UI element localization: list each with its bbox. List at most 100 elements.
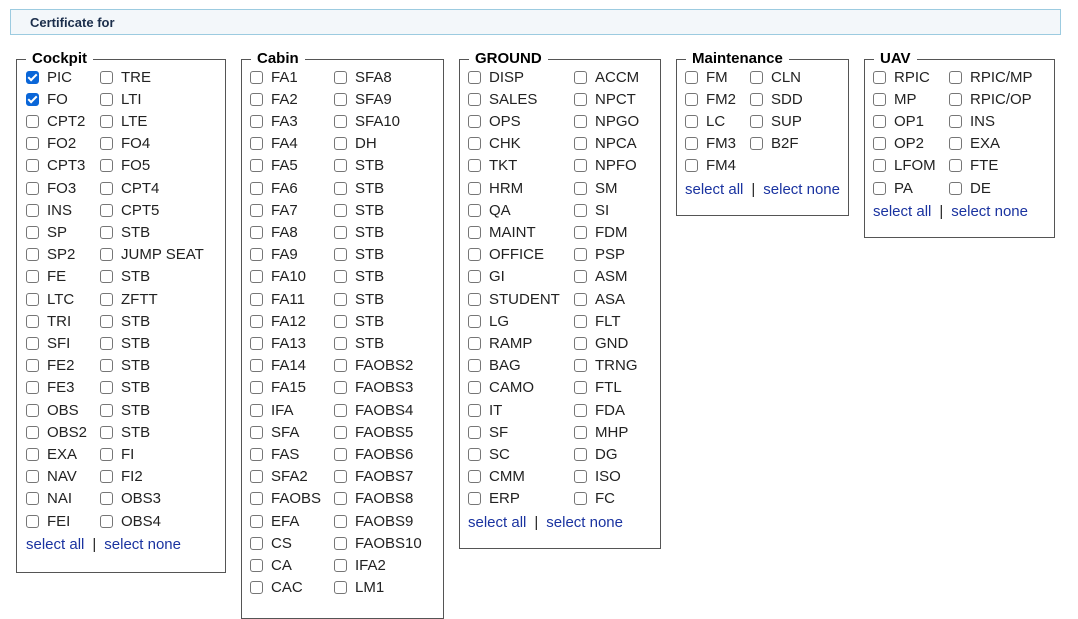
checkbox-icon[interactable] — [468, 181, 481, 195]
checkbox-icon[interactable] — [685, 137, 698, 151]
checkbox-icon[interactable] — [574, 292, 587, 306]
checkbox-option-cabin[interactable]: STB — [334, 245, 384, 265]
checkbox-option-cabin[interactable]: FAS — [250, 444, 299, 464]
checkbox-icon[interactable] — [750, 70, 763, 84]
checkbox-icon[interactable] — [100, 225, 113, 239]
checkbox-icon[interactable] — [574, 403, 587, 417]
checkbox-icon[interactable] — [750, 137, 763, 151]
checkbox-option-cockpit[interactable]: ZFTT — [100, 289, 158, 309]
checkbox-icon[interactable] — [100, 248, 113, 262]
checkbox-option-maintenance[interactable]: LC — [685, 111, 725, 131]
checkbox-icon[interactable] — [334, 425, 347, 439]
checkbox-option-cabin[interactable]: CAC — [250, 578, 303, 598]
checkbox-icon[interactable] — [468, 425, 481, 439]
checkbox-option-ground[interactable]: MAINT — [468, 222, 536, 242]
checkbox-option-cockpit[interactable]: FEI — [26, 511, 70, 531]
checkbox-option-cabin[interactable]: STB — [334, 289, 384, 309]
checkbox-option-ground[interactable]: LG — [468, 311, 509, 331]
checkbox-icon[interactable] — [26, 203, 39, 217]
checkbox-option-cabin[interactable]: STB — [334, 267, 384, 287]
checkbox-icon[interactable] — [26, 159, 39, 173]
checkbox-option-cockpit[interactable]: FO3 — [26, 178, 76, 198]
checkbox-icon[interactable] — [334, 203, 347, 217]
checkbox-option-uav[interactable]: RPIC/MP — [949, 67, 1033, 87]
checkbox-icon[interactable] — [574, 114, 587, 128]
checkbox-icon[interactable] — [250, 203, 263, 217]
checkbox-icon[interactable] — [250, 447, 263, 461]
checkbox-icon[interactable] — [574, 92, 587, 106]
checkbox-icon[interactable] — [100, 137, 113, 151]
checkbox-icon[interactable] — [468, 137, 481, 151]
checkbox-icon[interactable] — [100, 203, 113, 217]
checkbox-option-maintenance[interactable]: SUP — [750, 111, 802, 131]
checkbox-option-cabin[interactable]: FA11 — [250, 289, 305, 309]
checkbox-option-cockpit[interactable]: FE — [26, 267, 66, 287]
checkbox-option-ground[interactable]: OPS — [468, 111, 521, 131]
checkbox-option-cabin[interactable]: STB — [334, 311, 384, 331]
checkbox-option-ground[interactable]: SC — [468, 444, 510, 464]
checkbox-icon[interactable] — [26, 292, 39, 306]
checkbox-icon[interactable] — [334, 248, 347, 262]
checkbox-icon[interactable] — [949, 92, 962, 106]
checked-checkbox-icon[interactable] — [26, 92, 39, 106]
checkbox-option-cockpit[interactable]: STB — [100, 222, 150, 242]
checkbox-option-maintenance[interactable]: SDD — [750, 89, 803, 109]
checkbox-option-ground[interactable]: SM — [574, 178, 618, 198]
checkbox-option-cabin[interactable]: FA2 — [250, 89, 298, 109]
checkbox-icon[interactable] — [250, 270, 263, 284]
checkbox-option-ground[interactable]: SALES — [468, 89, 537, 109]
checkbox-option-cabin[interactable]: FAOBS3 — [334, 378, 413, 398]
select-all-link[interactable]: select all — [873, 203, 931, 220]
checkbox-icon[interactable] — [468, 270, 481, 284]
checkbox-icon[interactable] — [250, 514, 263, 528]
checkbox-option-uav[interactable]: LFOM — [873, 156, 936, 176]
checkbox-icon[interactable] — [334, 181, 347, 195]
checkbox-icon[interactable] — [468, 92, 481, 106]
checkbox-icon[interactable] — [250, 181, 263, 195]
checkbox-option-uav[interactable]: RPIC/OP — [949, 89, 1032, 109]
checkbox-option-ground[interactable]: RAMP — [468, 333, 532, 353]
checkbox-option-cabin[interactable]: FA7 — [250, 200, 298, 220]
checkbox-icon[interactable] — [468, 292, 481, 306]
checkbox-option-ground[interactable]: FTL — [574, 378, 622, 398]
checkbox-icon[interactable] — [26, 181, 39, 195]
checkbox-option-ground[interactable]: GI — [468, 267, 505, 287]
checkbox-option-cockpit[interactable]: PIC — [26, 67, 72, 87]
checkbox-icon[interactable] — [685, 70, 698, 84]
checkbox-option-cockpit[interactable]: STB — [100, 311, 150, 331]
checkbox-icon[interactable] — [250, 137, 263, 151]
checkbox-option-maintenance[interactable]: B2F — [750, 134, 799, 154]
checkbox-option-cabin[interactable]: FAOBS4 — [334, 400, 413, 420]
checkbox-icon[interactable] — [334, 314, 347, 328]
checkbox-option-cabin[interactable]: FA4 — [250, 134, 298, 154]
checkbox-option-uav[interactable]: MP — [873, 89, 917, 109]
checkbox-icon[interactable] — [574, 336, 587, 350]
checkbox-icon[interactable] — [574, 70, 587, 84]
checkbox-icon[interactable] — [334, 359, 347, 373]
checkbox-icon[interactable] — [468, 114, 481, 128]
checkbox-icon[interactable] — [250, 558, 263, 572]
select-none-link[interactable]: select none — [951, 203, 1028, 220]
checkbox-option-cockpit[interactable]: STB — [100, 356, 150, 376]
checkbox-icon[interactable] — [685, 92, 698, 106]
checkbox-option-ground[interactable]: OFFICE — [468, 245, 544, 265]
checkbox-icon[interactable] — [468, 248, 481, 262]
checkbox-icon[interactable] — [250, 381, 263, 395]
checkbox-option-cockpit[interactable]: CPT4 — [100, 178, 159, 198]
checkbox-icon[interactable] — [250, 292, 263, 306]
checkbox-option-maintenance[interactable]: FM3 — [685, 134, 736, 154]
checkbox-option-cabin[interactable]: FA1 — [250, 67, 298, 87]
checkbox-icon[interactable] — [26, 381, 39, 395]
checkbox-icon[interactable] — [100, 514, 113, 528]
checkbox-option-cockpit[interactable]: CPT2 — [26, 111, 85, 131]
checkbox-icon[interactable] — [574, 248, 587, 262]
checkbox-option-cabin[interactable]: FAOBS5 — [334, 422, 413, 442]
checkbox-icon[interactable] — [100, 292, 113, 306]
checkbox-option-cockpit[interactable]: LTE — [100, 111, 147, 131]
checkbox-option-cockpit[interactable]: INS — [26, 200, 72, 220]
checkbox-option-ground[interactable]: NPCA — [574, 134, 637, 154]
checkbox-option-ground[interactable]: ERP — [468, 489, 520, 509]
checkbox-option-uav[interactable]: FTE — [949, 156, 998, 176]
checkbox-icon[interactable] — [574, 425, 587, 439]
checkbox-option-uav[interactable]: INS — [949, 111, 995, 131]
